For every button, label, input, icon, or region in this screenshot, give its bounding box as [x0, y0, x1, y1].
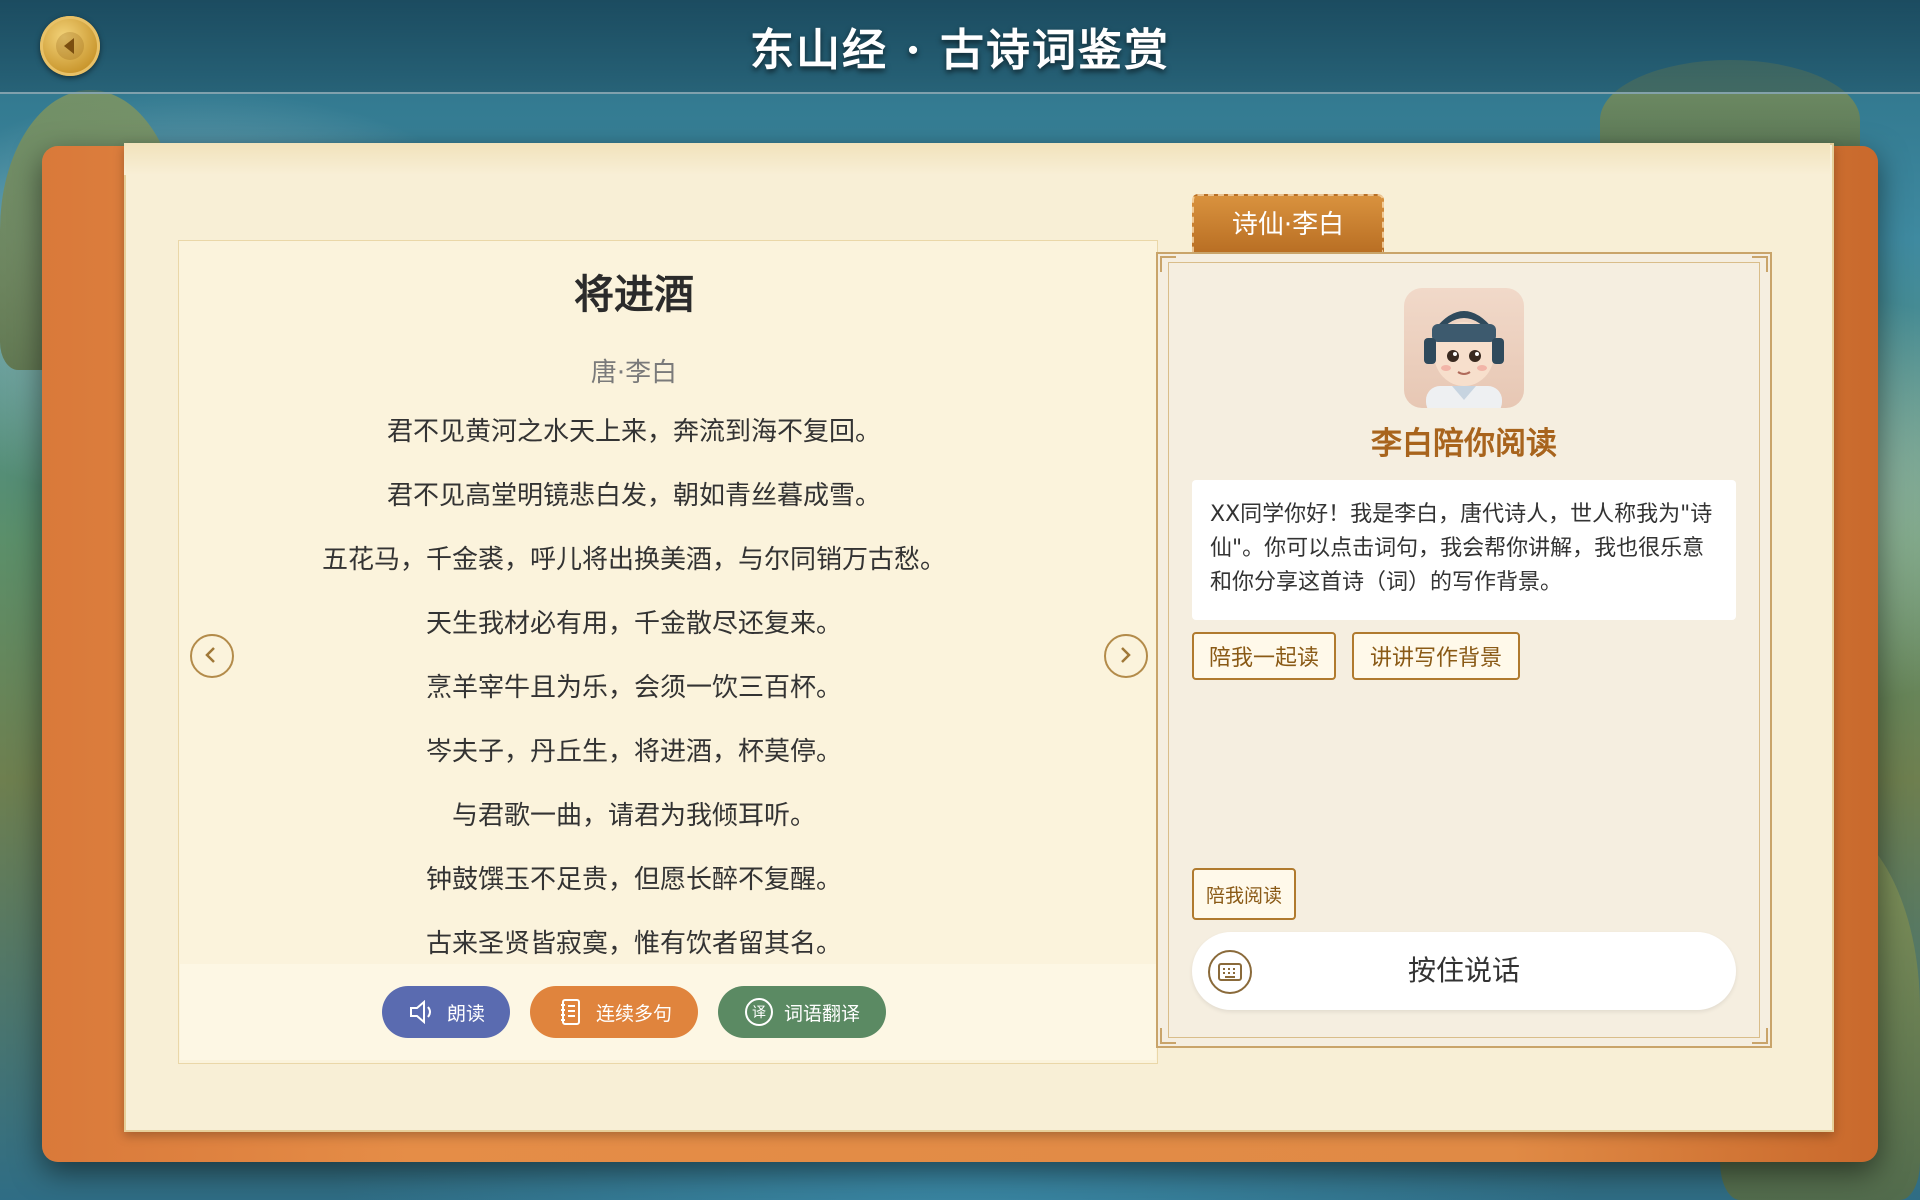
accompany-reading-button[interactable]: 陪我阅读 — [1192, 868, 1296, 920]
scholar-avatar-icon — [1424, 311, 1504, 408]
speaker-icon — [407, 997, 437, 1027]
continuous-sentences-button[interactable]: 连续多句 — [530, 986, 698, 1038]
next-page-button[interactable] — [1104, 634, 1148, 678]
read-together-button[interactable]: 陪我一起读 — [1192, 632, 1336, 680]
continuous-sentences-label: 连续多句 — [595, 1002, 672, 1025]
poem-line[interactable]: 君不见黄河之水天上来，奔流到海不复回。 — [178, 410, 1090, 474]
translate-icon: 译 — [744, 997, 774, 1027]
poem-title: 将进酒 — [574, 272, 694, 318]
corner-ornament — [1160, 256, 1176, 272]
poem-line[interactable]: 与君歌一曲，请君为我倾耳听。 — [178, 794, 1090, 858]
poem-line[interactable]: 五花马，千金裘，呼儿将出换美酒，与尔同销万古愁。 — [178, 538, 1090, 602]
assistant-name: 李白陪你阅读 — [1371, 426, 1557, 462]
hold-to-talk-label: 按住说话 — [1407, 954, 1520, 987]
poem-line[interactable]: 君不见高堂明镜悲白发，朝如青丝暮成雪。 — [178, 474, 1090, 538]
app-title: 东山经 · 古诗词鉴赏 — [750, 25, 1170, 76]
poem-line[interactable]: 岑夫子，丹丘生，将进酒，杯莫停。 — [178, 730, 1090, 794]
poem-line[interactable]: 钟鼓馔玉不足贵，但愿长醉不复醒。 — [178, 858, 1090, 922]
assistant-tab[interactable]: 诗仙·李白 — [1192, 194, 1384, 252]
previous-page-button[interactable] — [190, 634, 234, 678]
read-aloud-label: 朗读 — [446, 1002, 485, 1025]
assistant-message: XX同学你好！我是李白，唐代诗人，世人称我为"诗仙"。你可以点击词句，我会帮你讲… — [1192, 480, 1736, 620]
word-translate-button[interactable]: 译 词语翻译 — [718, 986, 886, 1038]
poem-line[interactable]: 天生我材必有用，千金散尽还复来。 — [178, 602, 1090, 666]
poem-lines: 君不见黄河之水天上来，奔流到海不复回。 君不见高堂明镜悲白发，朝如青丝暮成雪。 … — [178, 410, 1090, 986]
writing-background-button[interactable]: 讲讲写作背景 — [1352, 632, 1520, 680]
corner-ornament — [1160, 1028, 1176, 1044]
corner-ornament — [1752, 1028, 1768, 1044]
word-translate-label: 词语翻译 — [783, 1002, 860, 1025]
chevron-right-icon — [1121, 647, 1131, 663]
corner-ornament — [1752, 256, 1768, 272]
read-aloud-button[interactable]: 朗读 — [382, 986, 510, 1038]
page-top-strip — [124, 143, 1830, 175]
poem-author: 唐·李白 — [590, 358, 678, 388]
svg-text:译: 译 — [752, 1005, 766, 1021]
avatar — [1404, 288, 1524, 408]
notebook-icon — [556, 997, 586, 1027]
chevron-left-icon — [205, 647, 215, 663]
poem-line[interactable]: 烹羊宰牛且为乐，会须一饮三百杯。 — [178, 666, 1090, 730]
